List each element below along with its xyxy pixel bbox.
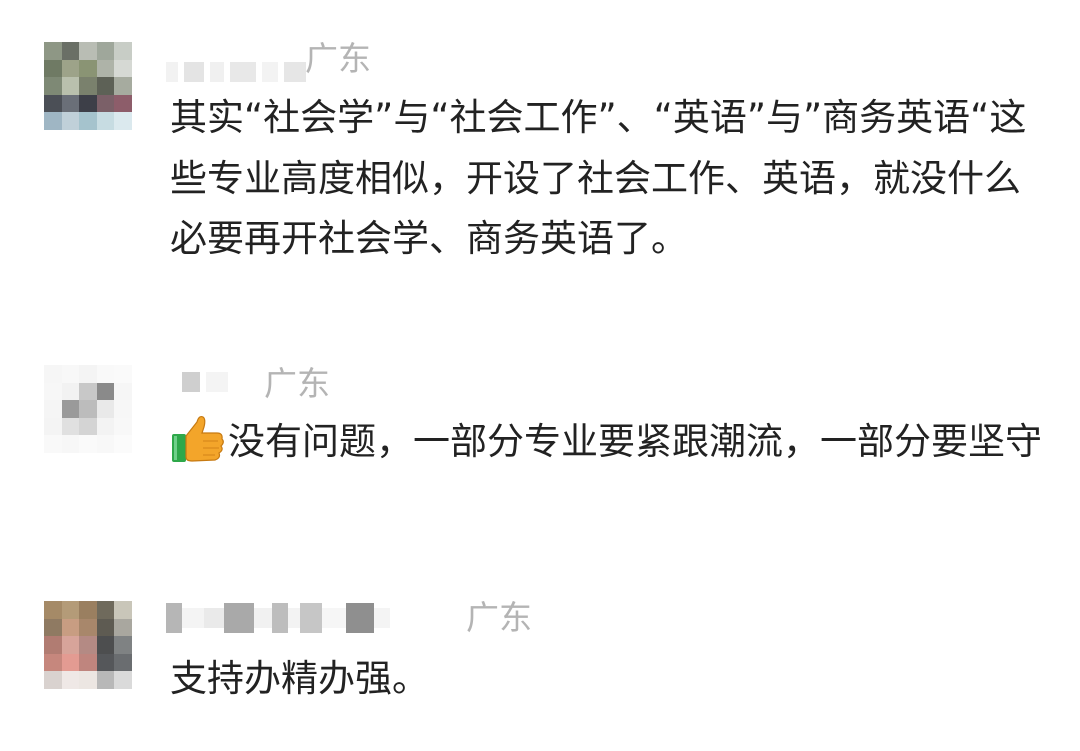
comment-text-content: 没有问题，一部分专业要紧跟潮流，一部分要坚守 xyxy=(228,420,1042,463)
username-blurred[interactable] xyxy=(166,603,390,633)
comment-text: 其实“社会学”与“社会工作”、“英语”与”商务英语“这些专业高度相似，开设了社会… xyxy=(170,96,1027,260)
location-label: 广东 xyxy=(466,598,532,637)
username-blurred[interactable] xyxy=(166,60,306,84)
comment-text: 没有问题，一部分专业要紧跟潮流，一部分要坚守 xyxy=(170,412,1050,473)
avatar[interactable] xyxy=(44,42,132,130)
avatar[interactable] xyxy=(44,365,132,453)
thumbs-up-icon xyxy=(172,415,224,462)
location-label: 广东 xyxy=(305,39,371,78)
avatar[interactable] xyxy=(44,601,132,689)
comment-text: 支持办精办强。 xyxy=(170,657,429,700)
location-label: 广东 xyxy=(264,364,330,403)
username-blurred[interactable] xyxy=(182,370,228,394)
